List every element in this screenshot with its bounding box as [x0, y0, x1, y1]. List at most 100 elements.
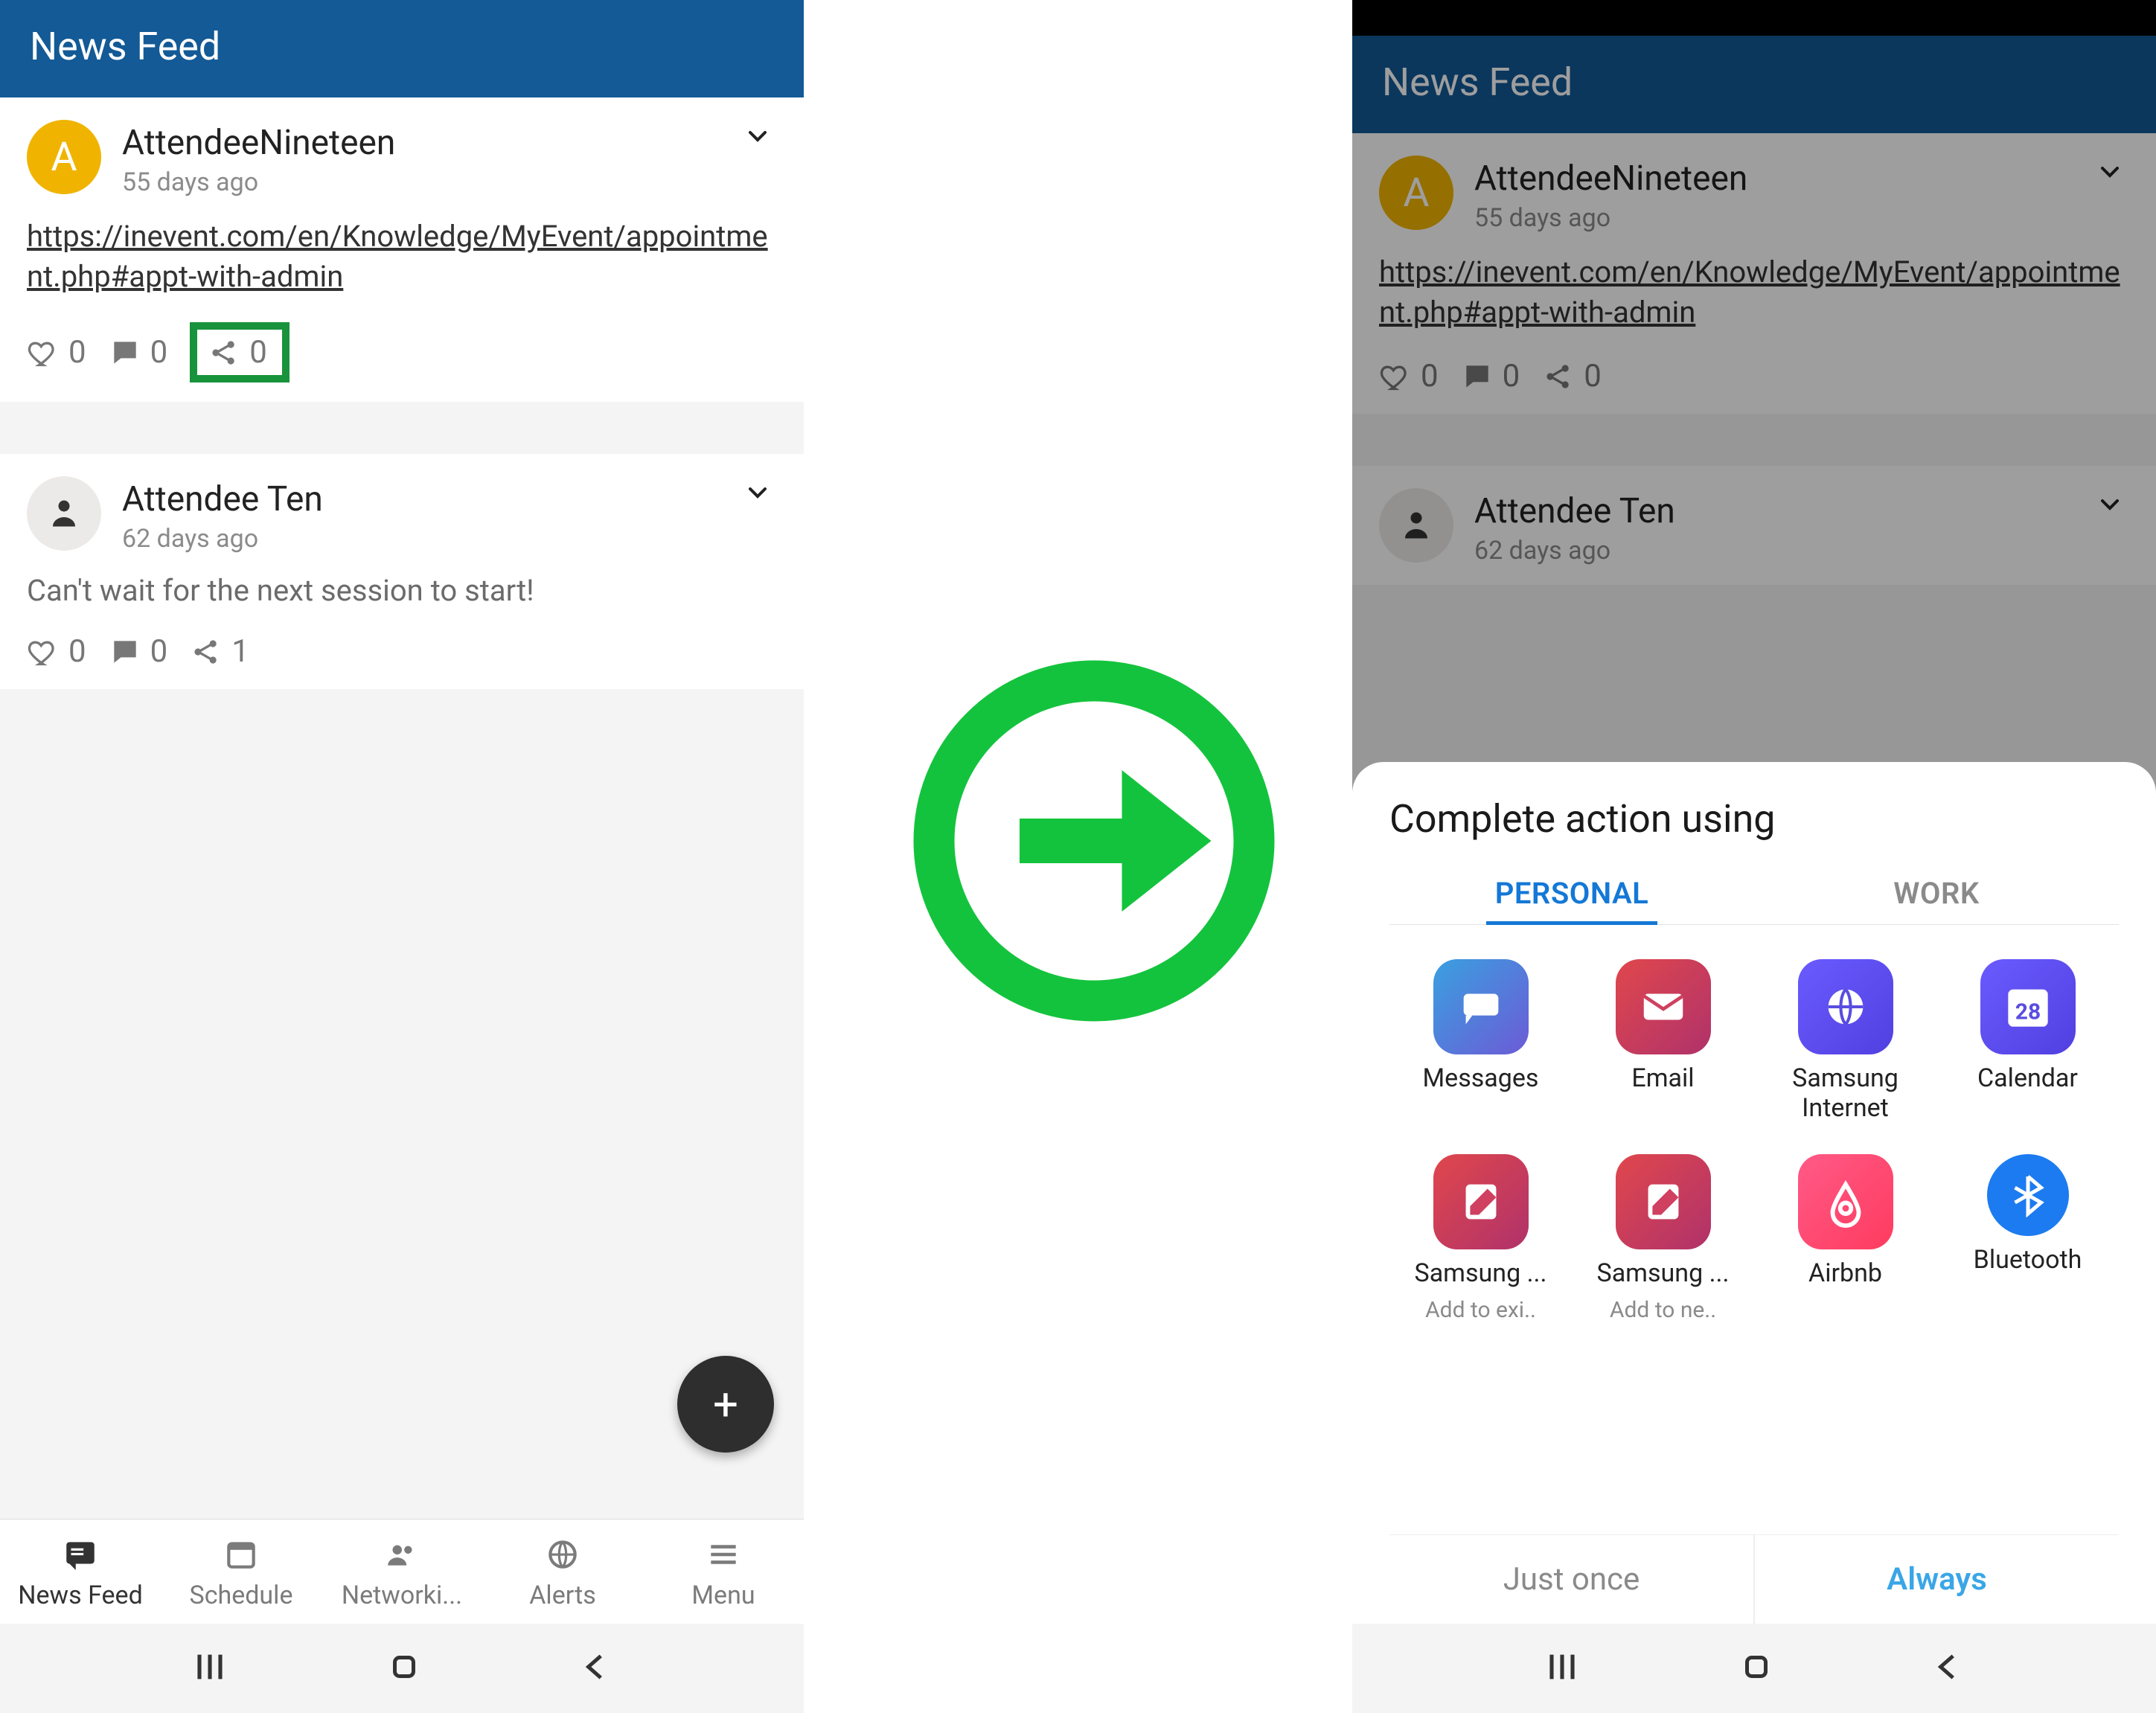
email-icon [1616, 959, 1711, 1054]
page-title: News Feed [30, 24, 220, 69]
tab-label: Networki... [342, 1581, 462, 1610]
arrow-right-icon [908, 655, 1280, 1027]
feed-post: A AttendeeNineteen 55 days ago https://i… [0, 97, 804, 402]
like-button[interactable]: 0 [27, 334, 86, 371]
svg-text:28: 28 [2015, 999, 2040, 1025]
globe-icon [544, 1536, 581, 1573]
menu-icon [705, 1536, 742, 1573]
phone-screenshot-right: News Feed A AttendeeNineteen 55 days ago… [1352, 0, 2156, 1713]
people-icon [383, 1536, 420, 1573]
app-label: Airbnb [1808, 1258, 1882, 1288]
share-count: 0 [249, 334, 267, 371]
back-button[interactable] [1930, 1648, 1967, 1688]
post-link[interactable]: https://inevent.com/en/Knowledge/MyEvent… [27, 217, 777, 297]
always-button[interactable]: Always [1755, 1535, 2119, 1624]
sheet-tabs: PERSONAL WORK [1389, 868, 2119, 925]
tab-label: Schedule [190, 1581, 293, 1610]
post-timestamp: 62 days ago [122, 524, 777, 554]
comment-button[interactable]: 0 [109, 334, 168, 371]
tab-personal[interactable]: PERSONAL [1389, 868, 1754, 924]
comment-count: 0 [150, 633, 168, 670]
comment-button[interactable]: 0 [109, 633, 168, 670]
back-button[interactable] [578, 1648, 615, 1688]
share-icon [208, 336, 240, 369]
android-nav-bar [0, 1624, 804, 1713]
share-button[interactable]: 0 [190, 322, 290, 382]
tab-menu[interactable]: Menu [643, 1536, 804, 1610]
comment-count: 0 [150, 334, 168, 371]
home-button[interactable] [386, 1648, 423, 1688]
sheet-footer: Just once Always [1389, 1534, 2119, 1624]
app-sublabel: Add to exi.. [1425, 1297, 1536, 1323]
comment-icon [109, 635, 141, 668]
share-target-samsung-internet[interactable]: Samsung Internet [1754, 959, 1936, 1123]
fab-new-post[interactable]: + [677, 1356, 774, 1453]
post-menu-button[interactable] [743, 121, 772, 154]
plus-icon: + [713, 1378, 738, 1431]
tab-news-feed[interactable]: News Feed [0, 1536, 161, 1610]
share-icon [190, 635, 223, 668]
share-target-messages[interactable]: Messages [1389, 959, 1572, 1123]
tab-label: News Feed [18, 1581, 143, 1610]
share-target-calendar[interactable]: 28 Calendar [1936, 959, 2119, 1123]
like-button[interactable]: 0 [27, 633, 86, 670]
tab-networking[interactable]: Networki... [322, 1536, 482, 1610]
bluetooth-icon [1987, 1154, 2069, 1236]
share-target-samsung-notes-existing[interactable]: Samsung ... Add to exi.. [1389, 1154, 1572, 1323]
note-icon [1433, 1154, 1529, 1249]
post-timestamp: 55 days ago [122, 167, 777, 197]
share-target-email[interactable]: Email [1572, 959, 1754, 1123]
post-text: Can't wait for the next session to start… [27, 573, 534, 608]
share-target-bluetooth[interactable]: Bluetooth [1936, 1154, 2119, 1323]
chevron-down-icon [743, 478, 772, 508]
android-nav-bar [1352, 1624, 2156, 1713]
app-label: Samsung Internet [1779, 1063, 1913, 1123]
recents-button[interactable] [1541, 1646, 1583, 1691]
app-label: Samsung ... [1597, 1258, 1730, 1288]
post-author[interactable]: AttendeeNineteen [122, 123, 777, 163]
transition-arrow [908, 655, 1280, 1027]
share-count: 1 [231, 633, 249, 670]
share-target-airbnb[interactable]: Airbnb [1754, 1154, 1936, 1323]
recents-button[interactable] [189, 1646, 231, 1691]
tab-work[interactable]: WORK [1754, 868, 2119, 924]
app-label: Email [1631, 1063, 1694, 1093]
note-icon [1616, 1154, 1711, 1249]
person-icon [42, 491, 86, 536]
like-count: 0 [68, 633, 86, 670]
sheet-title: Complete action using [1389, 796, 2119, 842]
avatar-letter: A [51, 134, 77, 181]
app-label: Messages [1423, 1063, 1539, 1093]
app-bar: News Feed [0, 0, 804, 97]
bottom-nav: News Feed Schedule Networki... Alerts Me… [0, 1519, 804, 1624]
app-label: Samsung ... [1415, 1258, 1547, 1288]
like-count: 0 [68, 334, 86, 371]
tab-label: Menu [691, 1581, 755, 1610]
just-once-button[interactable]: Just once [1389, 1535, 1755, 1624]
calendar-icon: 28 [1980, 959, 2076, 1054]
post-menu-button[interactable] [743, 478, 772, 510]
tab-label: Alerts [529, 1581, 596, 1610]
share-button[interactable]: 1 [190, 633, 249, 670]
share-app-grid: Messages Email Samsung Internet 28 Calen… [1389, 959, 2119, 1323]
share-target-samsung-notes-new[interactable]: Samsung ... Add to ne.. [1572, 1154, 1754, 1323]
share-sheet: Complete action using PERSONAL WORK Mess… [1352, 762, 2156, 1624]
avatar[interactable] [27, 476, 101, 551]
comment-icon [109, 336, 141, 369]
browser-icon [1798, 959, 1893, 1054]
heart-icon [27, 635, 60, 668]
tab-alerts[interactable]: Alerts [482, 1536, 643, 1610]
app-label: Bluetooth [1974, 1245, 2082, 1275]
tab-schedule[interactable]: Schedule [161, 1536, 322, 1610]
messages-icon [1433, 959, 1529, 1054]
post-author[interactable]: Attendee Ten [122, 479, 777, 519]
home-button[interactable] [1738, 1648, 1775, 1688]
chevron-down-icon [743, 121, 772, 151]
feed-post: Attendee Ten 62 days ago Can't wait for … [0, 454, 804, 689]
phone-screenshot-left: News Feed A AttendeeNineteen 55 days ago… [0, 0, 804, 1713]
calendar-icon [223, 1536, 260, 1573]
airbnb-icon [1798, 1154, 1893, 1249]
app-sublabel: Add to ne.. [1610, 1297, 1716, 1323]
avatar[interactable]: A [27, 120, 101, 194]
app-label: Calendar [1977, 1063, 2078, 1093]
